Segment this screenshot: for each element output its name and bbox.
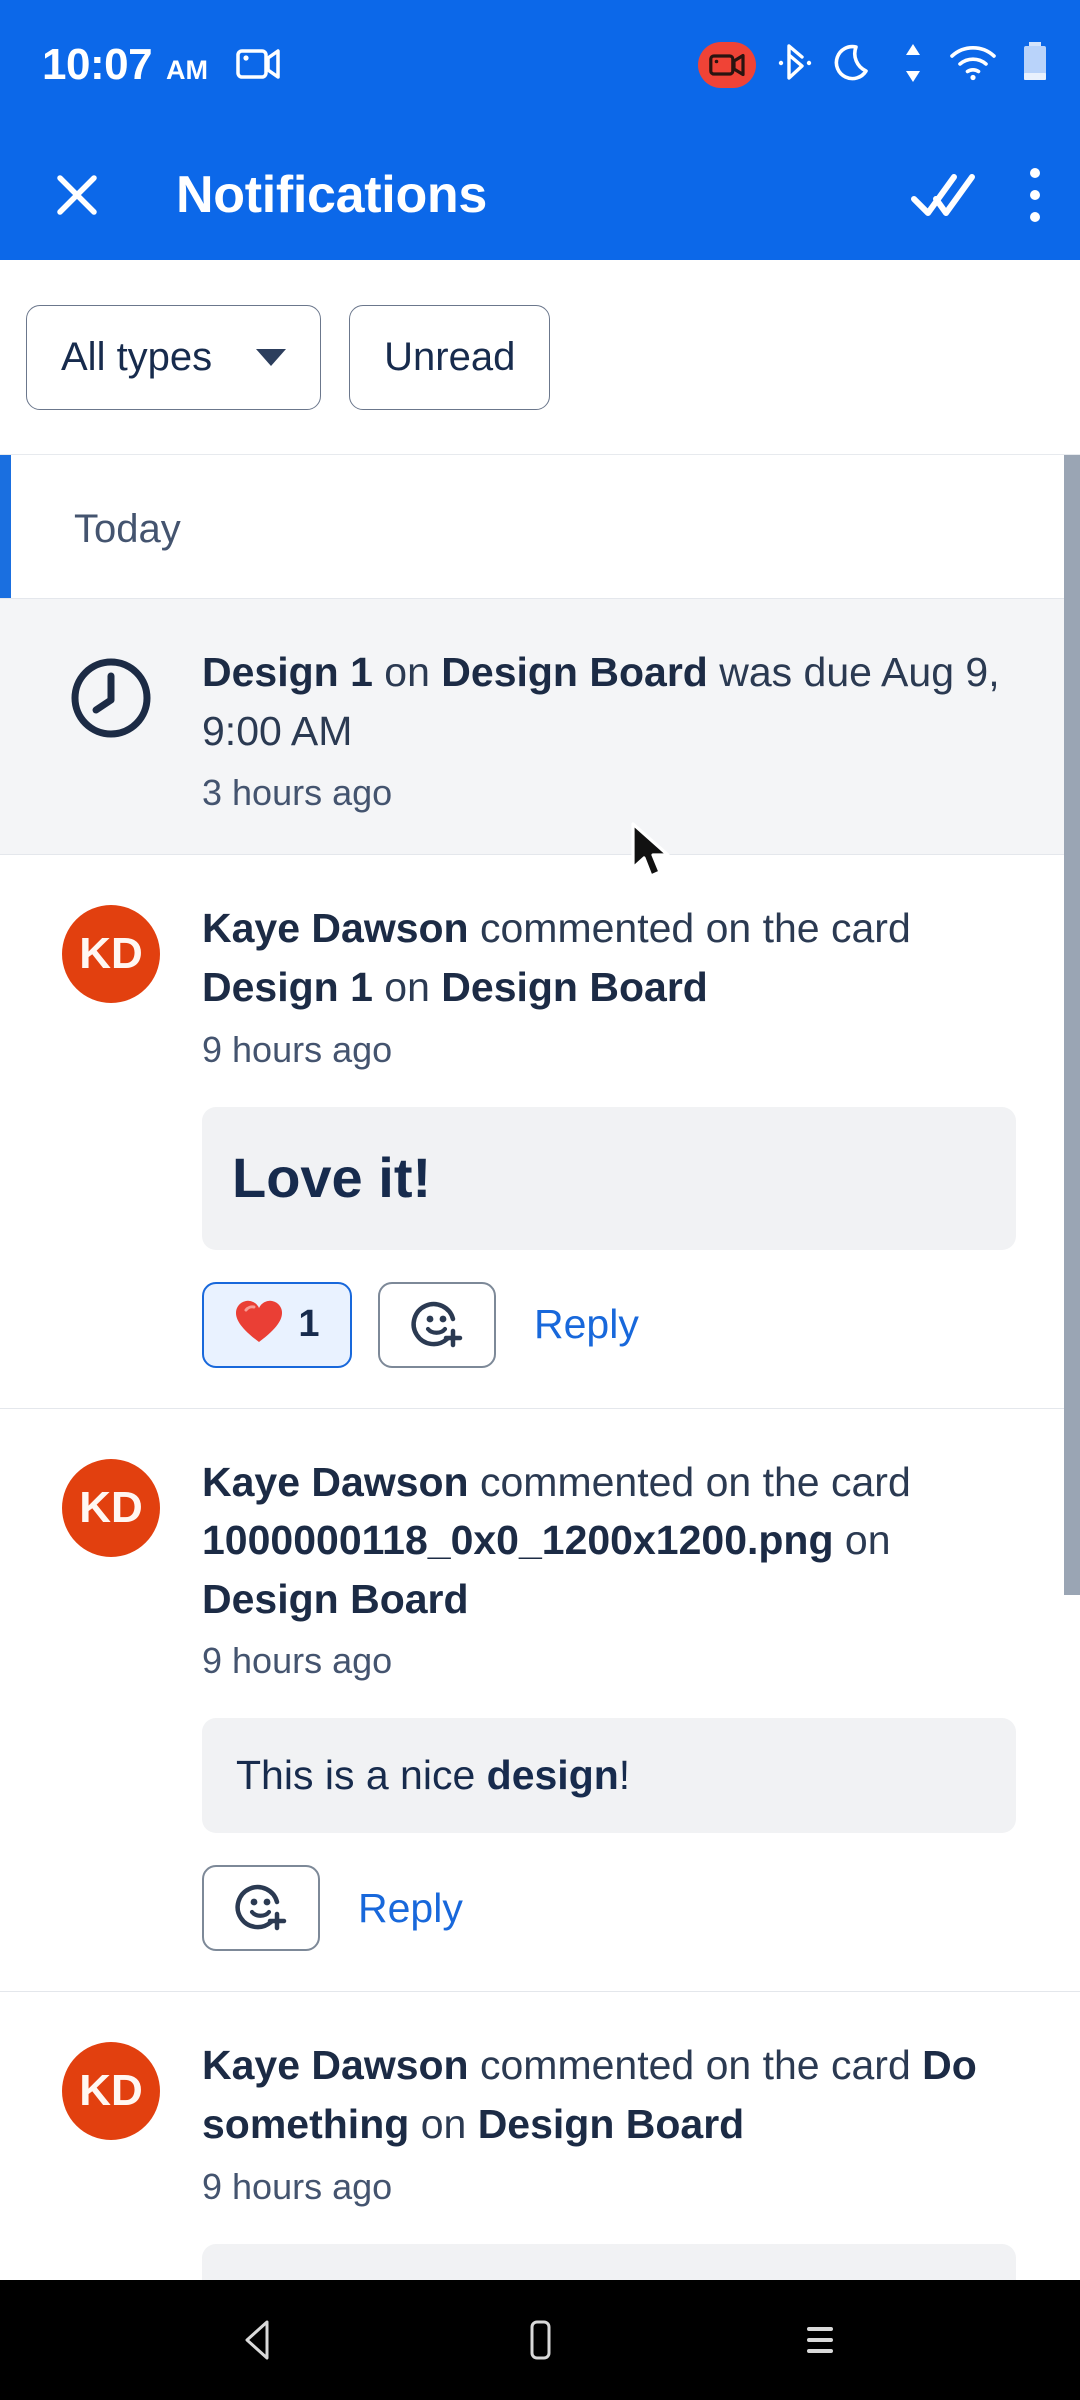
text-run: This is a nice [236,1752,487,1799]
phone-screen: 10:07 AM Notifications All types Unread … [0,0,1080,2400]
filter-chip-all-types[interactable]: All types [26,304,322,410]
text-run-bold: Design 1 [202,963,373,1010]
recents-menu-icon[interactable] [797,2316,843,2364]
notification-body: Kaye Dawson commented on the card Do som… [202,2036,1040,2280]
comment-actions: Reply [202,1865,1016,1952]
do-not-disturb-moon-icon [834,40,878,91]
status-bar-left: 10:07 AM [42,40,280,90]
filter-chip-all-types-label: All types [61,334,213,379]
text-run: on [833,1517,891,1564]
text-run-bold: design [486,1752,619,1799]
battery-icon [1020,40,1050,91]
avatar[interactable]: KD [62,1458,160,1557]
notification-text: Kaye Dawson commented on the card Design… [202,899,1016,1016]
notification-item[interactable]: KD Kaye Dawson commented on the card Desi… [0,854,1080,1408]
filter-chip-unread-label: Unread [384,334,516,379]
text-run: ! [618,1752,631,1799]
text-run: commented on the card [468,2042,923,2089]
text-run: on [372,649,442,695]
comment-bubble[interactable] [202,2243,1016,2280]
notification-leading-slot: KD [62,1453,202,1952]
avatar[interactable]: KD [62,905,160,1004]
reply-link[interactable]: Reply [534,1301,639,1348]
comment-actions: 1 Reply [202,1281,1016,1368]
notification-leading-slot: KD [62,899,202,1367]
text-run-bold: Design Board [477,2101,745,2147]
section-header-today: Today [0,455,1080,598]
add-reaction-icon[interactable] [202,1865,320,1952]
app-bar: Notifications [0,130,1080,260]
notification-leading-slot [62,643,202,814]
text-run-bold: Design Board [202,1575,469,1622]
status-bar: 10:07 AM [0,0,1080,130]
text-run-bold: Kaye Dawson [202,1458,469,1505]
status-clock-ampm: AM [166,55,209,85]
comment-bubble[interactable]: This is a nice design! [202,1718,1016,1834]
chevron-down-icon [256,348,287,366]
text-run-bold: 1000000118_0x0_1200x1200.png [202,1517,834,1564]
heart-emoji [234,1299,284,1350]
notification-body: Design 1 on Design Board was due Aug 9, … [202,643,1040,814]
text-run: on [372,963,442,1010]
text-run-bold: Kaye Dawson [202,905,469,952]
notification-timestamp: 9 hours ago [202,1640,393,1682]
reply-link[interactable]: Reply [358,1885,463,1932]
status-bar-right [698,40,1050,91]
filter-bar: All types Unread [0,260,1080,455]
notification-timestamp: 9 hours ago [202,2165,393,2207]
notification-leading-slot: KD [62,2036,202,2280]
text-run: on [409,2101,478,2147]
clock-icon [62,649,160,747]
text-run: commented on the card [468,905,911,952]
notification-timestamp: 9 hours ago [202,1028,393,1070]
notification-text: Kaye Dawson commented on the card Do som… [202,2036,1016,2153]
text-run: Love it! [232,1145,432,1209]
filter-chip-unread[interactable]: Unread [349,304,551,410]
android-nav-bar [0,2280,1080,2400]
page-title: Notifications [176,166,487,224]
reaction-count: 1 [298,1303,320,1345]
notification-item[interactable]: Design 1 on Design Board was due Aug 9, … [0,598,1080,855]
notification-text: Kaye Dawson commented on the card 100000… [202,1453,1016,1629]
wifi-icon [948,43,998,88]
notification-item[interactable]: KD Kaye Dawson commented on the card 1000… [0,1407,1080,1992]
cast-screen-icon [236,47,280,83]
reaction-heart-button[interactable]: 1 [202,1281,352,1368]
notification-items: Design 1 on Design Board was due Aug 9, … [0,598,1080,2280]
bluetooth-icon [778,40,812,91]
notification-body: Kaye Dawson commented on the card 100000… [202,1453,1040,1952]
home-square-icon[interactable] [517,2316,563,2364]
notification-text: Design 1 on Design Board was due Aug 9, … [202,643,1016,760]
add-reaction-icon[interactable] [378,1281,496,1368]
vertical-scrollbar[interactable] [1064,455,1080,1595]
text-run-bold: Design Board [441,963,708,1010]
text-run-bold: Design 1 [202,649,373,695]
text-run-bold: Kaye Dawson [202,2042,469,2089]
data-transfer-icon [900,40,926,91]
notification-item[interactable]: KD Kaye Dawson commented on the card Do s… [0,1991,1080,2280]
close-icon[interactable] [48,166,106,224]
text-run-bold: Design Board [441,649,708,695]
more-vertical-icon[interactable] [1024,165,1046,225]
app-bar-actions [908,165,1046,225]
notification-timestamp: 3 hours ago [202,772,393,814]
back-triangle-icon[interactable] [237,2316,283,2364]
status-clock: 10:07 [42,40,153,89]
screen-record-icon [698,42,756,88]
avatar[interactable]: KD [62,2042,160,2141]
notification-body: Kaye Dawson commented on the card Design… [202,899,1040,1368]
notification-list[interactable]: Today Design 1 on Design Board was due A… [0,455,1080,2280]
text-run: commented on the card [468,1458,911,1505]
double-check-icon[interactable] [908,169,978,221]
comment-bubble[interactable]: Love it! [202,1106,1016,1250]
